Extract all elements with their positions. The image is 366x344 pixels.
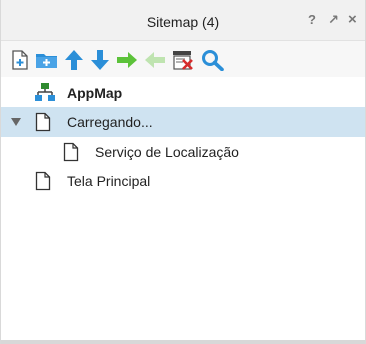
popout-button[interactable]: ↗ (328, 12, 339, 28)
page-icon (63, 142, 79, 167)
sitemap-root-icon (35, 82, 55, 107)
add-folder-icon[interactable] (35, 49, 57, 71)
panel-bottom-border (1, 340, 365, 344)
sitemap-panel: Sitemap (4) ? ↗ × AppMap Carregando... S… (0, 0, 366, 344)
tree-item-label: Carregando... (67, 114, 153, 130)
panel-header: Sitemap (4) ? ↗ × (1, 0, 365, 41)
help-button[interactable]: ? (308, 12, 316, 27)
move-down-icon[interactable] (89, 49, 111, 71)
move-up-icon[interactable] (63, 49, 85, 71)
search-icon[interactable] (201, 49, 224, 72)
add-page-icon[interactable] (9, 49, 31, 71)
tree-item-label: Serviço de Localização (95, 144, 239, 160)
sitemap-toolbar (1, 41, 365, 77)
tree-item-label: Tela Principal (67, 173, 151, 189)
outdent-icon[interactable] (143, 49, 165, 71)
tree-item-tela-principal[interactable]: Tela Principal (1, 166, 365, 196)
tree-item-carregando[interactable]: Carregando... (1, 107, 365, 137)
tree-item-servico-de-localizacao[interactable]: Serviço de Localização (1, 137, 365, 167)
expand-caret-icon[interactable] (11, 118, 21, 126)
delete-icon[interactable] (171, 49, 193, 71)
page-icon (35, 171, 51, 196)
tree-item-appmap[interactable]: AppMap (1, 78, 365, 108)
close-button[interactable]: × (348, 11, 357, 28)
indent-icon[interactable] (115, 49, 137, 71)
page-icon (35, 112, 51, 137)
tree-item-label: AppMap (67, 85, 123, 101)
